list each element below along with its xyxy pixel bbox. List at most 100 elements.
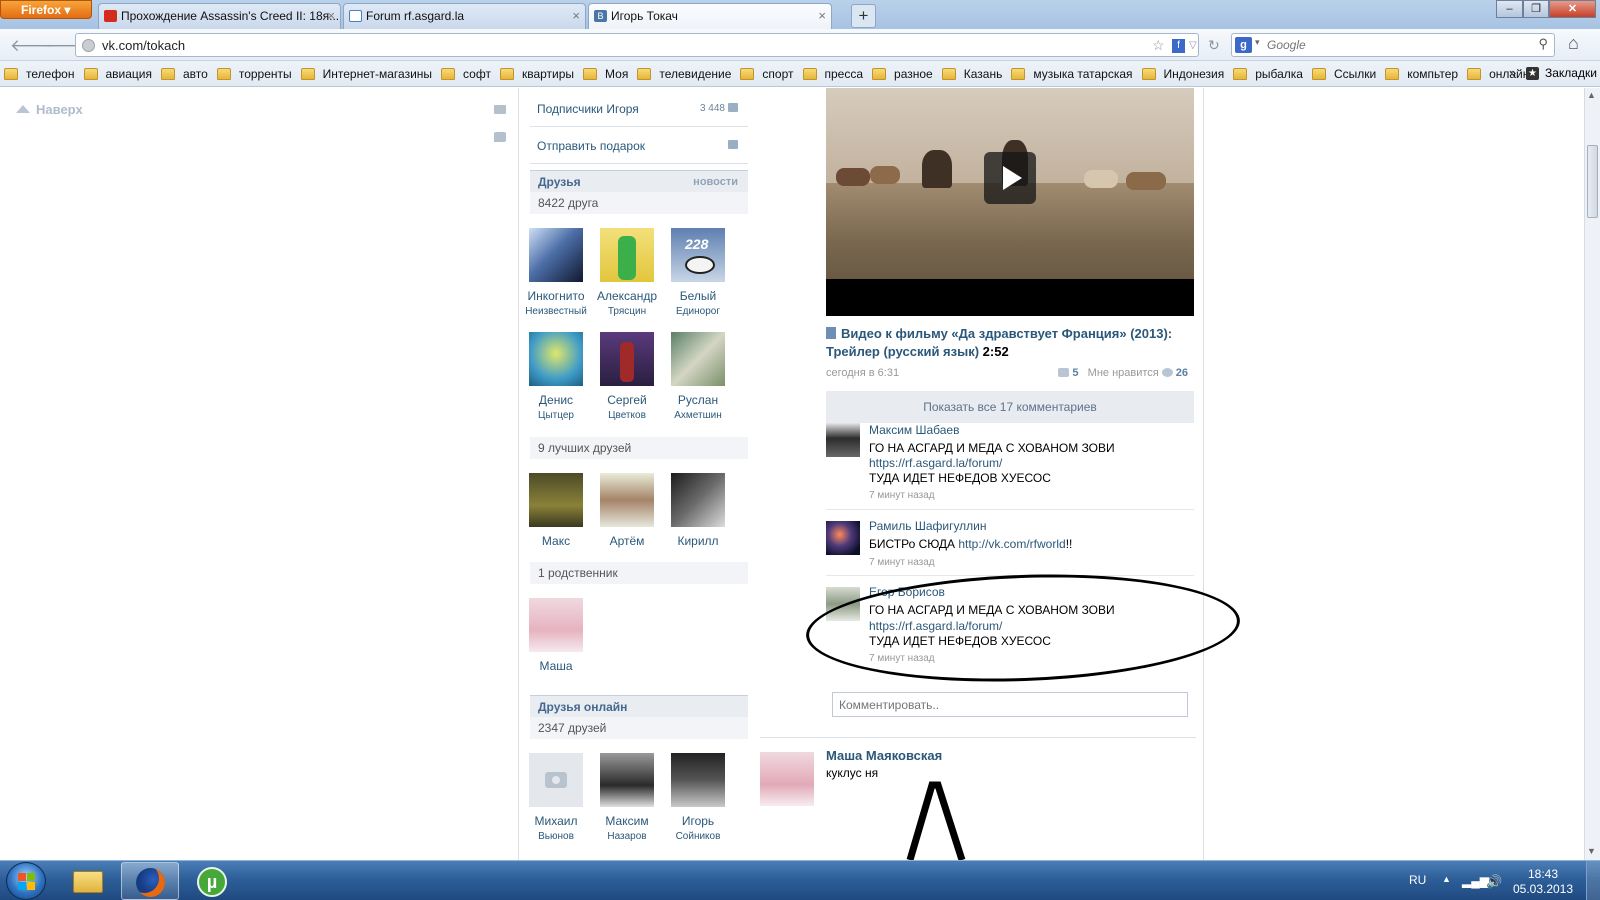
like-count[interactable]: 26 bbox=[1176, 367, 1188, 379]
search-input[interactable] bbox=[1267, 34, 1527, 56]
friend-card[interactable]: Денис Цытцер bbox=[520, 332, 592, 423]
friend-first-name[interactable]: Сергей bbox=[591, 392, 663, 408]
online-friends-header[interactable]: Друзья онлайн bbox=[530, 695, 748, 717]
friend-last-name[interactable]: Единорог bbox=[662, 304, 734, 319]
friends-news-link[interactable]: новости bbox=[693, 171, 738, 193]
like-label[interactable]: Мне нравится bbox=[1088, 367, 1159, 379]
send-gift-link[interactable]: Отправить подарок bbox=[530, 128, 748, 164]
bookmark-item[interactable]: музыка татарская bbox=[1011, 66, 1133, 82]
system-clock[interactable]: 18:43 05.03.2013 bbox=[1508, 867, 1578, 897]
camera-icon[interactable] bbox=[529, 753, 583, 807]
search-engine-dropdown-icon[interactable]: ▾ bbox=[1255, 37, 1260, 48]
home-icon[interactable]: ⌂ bbox=[1568, 33, 1579, 54]
address-bar[interactable]: vk.com/tokach ☆ f ▽ ↻ bbox=[75, 33, 1220, 57]
friend-avatar[interactable] bbox=[529, 228, 583, 282]
subscribers-link[interactable]: Подписчики Игоря 3 448 bbox=[530, 91, 748, 127]
bookmark-item[interactable]: авто bbox=[161, 66, 208, 82]
scroll-down-icon[interactable]: ▼ bbox=[1587, 846, 1596, 856]
comment-time[interactable]: 7 минут назад bbox=[869, 653, 935, 664]
friend-avatar[interactable] bbox=[671, 473, 725, 527]
friend-avatar[interactable] bbox=[529, 598, 583, 652]
scroll-to-top-link[interactable]: Наверх bbox=[16, 102, 83, 117]
comment-link[interactable]: http://vk.com/rfworld bbox=[958, 537, 1065, 551]
comment-input[interactable] bbox=[832, 692, 1188, 717]
bookmark-item[interactable]: онлайн bbox=[1467, 66, 1529, 82]
bookmarks-menu-button[interactable]: ★ Закладки bbox=[1526, 66, 1597, 80]
online-friend-card[interactable]: Михаил Вьюнов bbox=[520, 753, 592, 844]
bookmark-item[interactable]: Моя bbox=[583, 66, 628, 82]
site-identity-icon[interactable] bbox=[82, 39, 95, 52]
bookmark-item[interactable]: спорт bbox=[740, 66, 794, 82]
friend-last-name[interactable]: Ахметшин bbox=[662, 408, 734, 423]
friend-first-name[interactable]: Руслан bbox=[662, 392, 734, 408]
relative-card[interactable]: Маша bbox=[520, 598, 592, 674]
friend-avatar[interactable] bbox=[529, 473, 583, 527]
network-icon[interactable]: ▂▄▆ bbox=[1462, 874, 1489, 888]
friend-first-name[interactable]: Игорь bbox=[662, 813, 734, 829]
comment-avatar[interactable] bbox=[826, 521, 860, 555]
friend-last-name[interactable]: Трясцин bbox=[591, 304, 663, 319]
friends-header[interactable]: Друзья новости bbox=[530, 170, 748, 192]
post-author[interactable]: Маша Маяковская bbox=[826, 748, 942, 763]
show-hidden-icons-icon[interactable]: ▲ bbox=[1442, 874, 1451, 884]
video-title-link[interactable]: Видео к фильму «Да здравствует Франция» … bbox=[826, 325, 1194, 361]
online-friend-card[interactable]: Игорь Сойников bbox=[662, 753, 734, 844]
bookmark-item[interactable]: Индонезия bbox=[1141, 66, 1224, 82]
comment-link[interactable]: https://rf.asgard.la/forum/ bbox=[869, 619, 1002, 633]
bookmark-item[interactable]: Казань bbox=[941, 66, 1002, 82]
friend-card[interactable]: Сергей Цветков bbox=[591, 332, 663, 423]
addon-icon[interactable]: f bbox=[1172, 39, 1185, 53]
comment-avatar[interactable] bbox=[826, 587, 860, 621]
volume-icon[interactable]: 🔊 bbox=[1486, 874, 1502, 890]
play-icon[interactable] bbox=[984, 152, 1036, 204]
friend-name[interactable]: Артём bbox=[591, 533, 663, 549]
page-scrollbar[interactable]: ▲ ▼ bbox=[1584, 88, 1600, 860]
comment-time[interactable]: 7 минут назад bbox=[869, 557, 935, 568]
language-indicator[interactable]: RU bbox=[1409, 873, 1426, 887]
bookmark-item[interactable]: компьтер bbox=[1385, 66, 1458, 82]
repost-icon[interactable] bbox=[1058, 368, 1070, 377]
post-author-avatar[interactable] bbox=[760, 752, 814, 806]
bookmark-item[interactable]: Ссылки bbox=[1311, 66, 1376, 82]
friend-last-name[interactable]: Неизвестный bbox=[520, 304, 592, 319]
online-friend-card[interactable]: Максим Назаров bbox=[591, 753, 663, 844]
utorrent-taskbar-button[interactable]: µ bbox=[183, 862, 241, 900]
minimize-button[interactable]: ‒ bbox=[1496, 0, 1523, 18]
comments-icon[interactable] bbox=[494, 132, 506, 142]
friend-avatar[interactable]: 228 bbox=[671, 228, 725, 282]
friend-last-name[interactable]: Цветков bbox=[591, 408, 663, 423]
comment-author[interactable]: Рамиль Шафигуллин bbox=[869, 519, 987, 533]
firefox-menu-button[interactable]: Firefox ▾ bbox=[0, 0, 92, 19]
bookmarks-overflow-button[interactable]: » bbox=[1509, 65, 1516, 80]
bookmark-item[interactable]: разное bbox=[872, 66, 933, 82]
new-tab-button[interactable]: + bbox=[851, 4, 876, 28]
close-window-button[interactable]: ✕ bbox=[1549, 0, 1596, 18]
friend-avatar[interactable] bbox=[600, 753, 654, 807]
repost-count[interactable]: 5 bbox=[1072, 367, 1078, 379]
friend-first-name[interactable]: Максим bbox=[591, 813, 663, 829]
friend-last-name[interactable]: Сойников bbox=[662, 829, 734, 844]
bookmark-item[interactable]: телевидение bbox=[637, 66, 731, 82]
bookmark-item[interactable]: торренты bbox=[216, 66, 292, 82]
show-desktop-button[interactable] bbox=[1586, 861, 1600, 900]
friend-avatar[interactable] bbox=[600, 228, 654, 282]
scroll-thumb[interactable] bbox=[1587, 145, 1598, 218]
bookmark-item[interactable]: квартиры bbox=[499, 66, 574, 82]
close-tab-icon[interactable]: × bbox=[818, 4, 826, 28]
reload-icon[interactable]: ↻ bbox=[1208, 37, 1220, 54]
friend-first-name[interactable]: Александр bbox=[591, 288, 663, 304]
video-thumbnail[interactable] bbox=[826, 88, 1194, 316]
friend-card[interactable]: Руслан Ахметшин bbox=[662, 332, 734, 423]
bookmark-item[interactable]: авиация bbox=[83, 66, 152, 82]
bookmark-item[interactable]: Интернет-магазины bbox=[300, 66, 432, 82]
bookmark-item[interactable]: телефон bbox=[4, 66, 75, 82]
explorer-taskbar-button[interactable] bbox=[59, 862, 117, 900]
friend-last-name[interactable]: Назаров bbox=[591, 829, 663, 844]
bookmark-star-icon[interactable]: ☆ bbox=[1152, 37, 1165, 54]
restore-button[interactable]: ❐ bbox=[1523, 0, 1549, 18]
friend-avatar[interactable] bbox=[600, 332, 654, 386]
friend-card[interactable]: Александр Трясцин bbox=[591, 228, 663, 319]
friend-first-name[interactable]: Инкогнито bbox=[520, 288, 592, 304]
best-friend-card[interactable]: Артём bbox=[591, 473, 663, 549]
messages-icon[interactable] bbox=[494, 105, 506, 114]
